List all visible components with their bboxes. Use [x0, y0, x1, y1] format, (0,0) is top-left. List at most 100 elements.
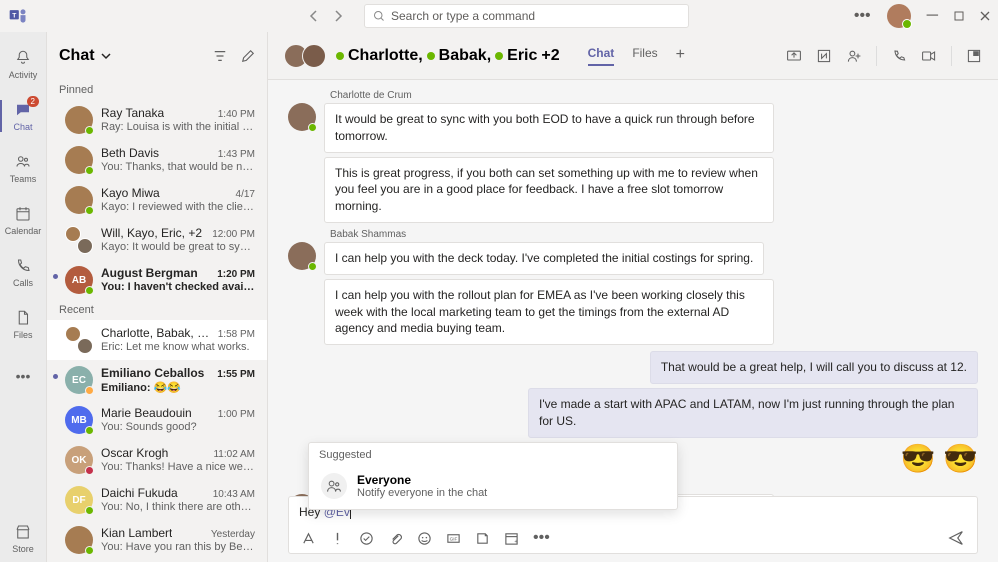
search-input[interactable]: Search or type a command — [364, 4, 689, 28]
message-bubble: That would be a great help, I will call … — [650, 351, 978, 384]
chat-time: 12:00 PM — [212, 229, 255, 240]
chat-time: 1:55 PM — [217, 369, 255, 380]
avatar — [65, 106, 93, 134]
format-icon[interactable] — [301, 531, 316, 546]
rail-chat[interactable]: 2 Chat — [0, 92, 47, 140]
conversation-pane: Charlotte, Babak, Eric +2 Chat Files + — [268, 32, 998, 562]
rail-more[interactable]: ••• — [0, 352, 47, 400]
chat-row[interactable]: MBMarie Beaudouin1:00 PMYou: Sounds good… — [47, 400, 267, 440]
chat-time: 4/17 — [236, 189, 255, 200]
emoji-icon[interactable] — [417, 531, 432, 546]
sticker-icon[interactable] — [475, 531, 490, 546]
chat-badge: 2 — [27, 96, 39, 107]
teams-logo-icon: T — [8, 6, 28, 26]
nav-forward-icon[interactable] — [332, 10, 344, 22]
teams-icon — [13, 152, 33, 172]
suggest-everyone[interactable]: Everyone Notify everyone in the chat — [309, 467, 677, 509]
participant-avatars — [284, 44, 326, 68]
chat-time: 1:43 PM — [218, 149, 255, 160]
window-maximize-icon[interactable] — [954, 11, 964, 21]
add-tab-icon[interactable]: + — [676, 46, 685, 66]
chat-row[interactable]: Will, Kayo, Eric, +212:00 PMKayo: It wou… — [47, 220, 267, 260]
chat-row[interactable]: ECEmiliano Ceballos1:55 PMEmiliano: 😂😂 — [47, 360, 267, 400]
phone-icon — [13, 256, 33, 276]
search-icon — [373, 10, 385, 22]
suggest-header: Suggested — [309, 443, 677, 467]
rail-activity[interactable]: Activity — [0, 40, 47, 88]
chatlist-title: Chat — [59, 47, 95, 65]
video-call-icon[interactable] — [921, 48, 937, 64]
chat-preview: You: Have you ran this by Beth? Make sur… — [101, 541, 255, 553]
rail-label: Activity — [9, 70, 38, 80]
nav-back-icon[interactable] — [308, 10, 320, 22]
avatar: OK — [65, 446, 93, 474]
onenote-icon[interactable] — [816, 48, 832, 64]
conversation-header: Charlotte, Babak, Eric +2 Chat Files + — [268, 32, 998, 80]
chat-preview: Ray: Louisa is with the initial list to … — [101, 121, 255, 133]
suggest-title: Everyone — [357, 473, 487, 487]
rail-files[interactable]: Files — [0, 300, 47, 348]
sender-name: Charlotte de Crum — [330, 90, 978, 101]
priority-icon[interactable] — [330, 531, 345, 546]
chat-time: 11:02 AM — [213, 449, 255, 460]
filter-icon[interactable] — [213, 49, 227, 63]
rail-label: Teams — [10, 174, 37, 184]
svg-text:GIF: GIF — [450, 536, 458, 541]
tab-chat[interactable]: Chat — [588, 46, 615, 66]
chat-preview: You: I haven't checked available times y… — [101, 281, 255, 293]
send-icon[interactable] — [947, 529, 965, 547]
app-rail: Activity 2 Chat Teams Calendar Calls Fil… — [0, 32, 47, 562]
gif-icon[interactable]: GIF — [446, 531, 461, 546]
chat-time: 1:20 PM — [217, 269, 255, 280]
rail-teams[interactable]: Teams — [0, 144, 47, 192]
avatar: EC — [65, 366, 93, 394]
chat-row[interactable]: Charlotte, Babak, Eric, +21:58 PMEric: L… — [47, 320, 267, 360]
attach-icon[interactable] — [388, 531, 403, 546]
avatar: AB — [65, 266, 93, 294]
approval-icon[interactable] — [359, 531, 374, 546]
chat-row[interactable]: Beth Davis1:43 PMYou: Thanks, that would… — [47, 140, 267, 180]
window-close-icon[interactable] — [980, 11, 990, 21]
sender-name: Babak Shammas — [330, 229, 978, 240]
chat-row[interactable]: DFDaichi Fukuda10:43 AMYou: No, I think … — [47, 480, 267, 520]
new-chat-icon[interactable] — [241, 49, 255, 63]
messages-area: Charlotte de CrumIt would be great to sy… — [268, 80, 998, 496]
schedule-icon[interactable]: + — [504, 531, 519, 546]
suggest-subtitle: Notify everyone in the chat — [357, 487, 487, 499]
pop-out-icon[interactable] — [966, 48, 982, 64]
more-icon[interactable]: ••• — [854, 7, 871, 25]
chevron-down-icon[interactable] — [101, 51, 111, 61]
chat-preview: Kayo: It would be great to sync with the… — [101, 241, 255, 253]
chat-row[interactable]: ABAugust Bergman1:20 PMYou: I haven't ch… — [47, 260, 267, 300]
rail-label: Chat — [13, 122, 32, 132]
chat-row[interactable]: Kian LambertYesterdayYou: Have you ran t… — [47, 520, 267, 560]
tab-files[interactable]: Files — [632, 46, 657, 66]
rail-store[interactable]: Store — [0, 514, 47, 562]
audio-call-icon[interactable] — [891, 48, 907, 64]
user-avatar[interactable] — [887, 4, 911, 28]
rail-calls[interactable]: Calls — [0, 248, 47, 296]
chat-row[interactable]: Kayo Miwa4/17Kayo: I reviewed with the c… — [47, 180, 267, 220]
avatar: MB — [65, 406, 93, 434]
window-minimize-icon[interactable]: ─ — [927, 7, 938, 25]
share-screen-icon[interactable] — [786, 48, 802, 64]
people-icon — [321, 473, 347, 499]
chat-preview: You: Thanks, that would be nice. — [101, 161, 255, 173]
chat-name: Kayo Miwa — [101, 186, 160, 200]
chat-preview: You: Thanks! Have a nice weekend — [101, 461, 255, 473]
chat-name: Charlotte, Babak, Eric, +2 — [101, 326, 214, 340]
more-icon[interactable]: ••• — [533, 529, 550, 547]
rail-calendar[interactable]: Calendar — [0, 196, 47, 244]
avatar — [65, 226, 93, 254]
add-people-icon[interactable] — [846, 48, 862, 64]
bell-icon — [13, 48, 33, 68]
chat-preview: You: Sounds good? — [101, 421, 255, 433]
chat-icon: 2 — [13, 100, 33, 120]
search-placeholder: Search or type a command — [391, 9, 535, 23]
message-bubble: I can help you with the rollout plan for… — [324, 279, 774, 345]
chat-list: Chat PinnedRay Tanaka1:40 PMRay: Louisa … — [47, 32, 268, 562]
chat-row[interactable]: OKOscar Krogh11:02 AMYou: Thanks! Have a… — [47, 440, 267, 480]
chat-preview: Eric: Let me know what works. — [101, 341, 255, 353]
message-bubble: This is great progress, if you both can … — [324, 157, 774, 223]
chat-row[interactable]: Ray Tanaka1:40 PMRay: Louisa is with the… — [47, 100, 267, 140]
